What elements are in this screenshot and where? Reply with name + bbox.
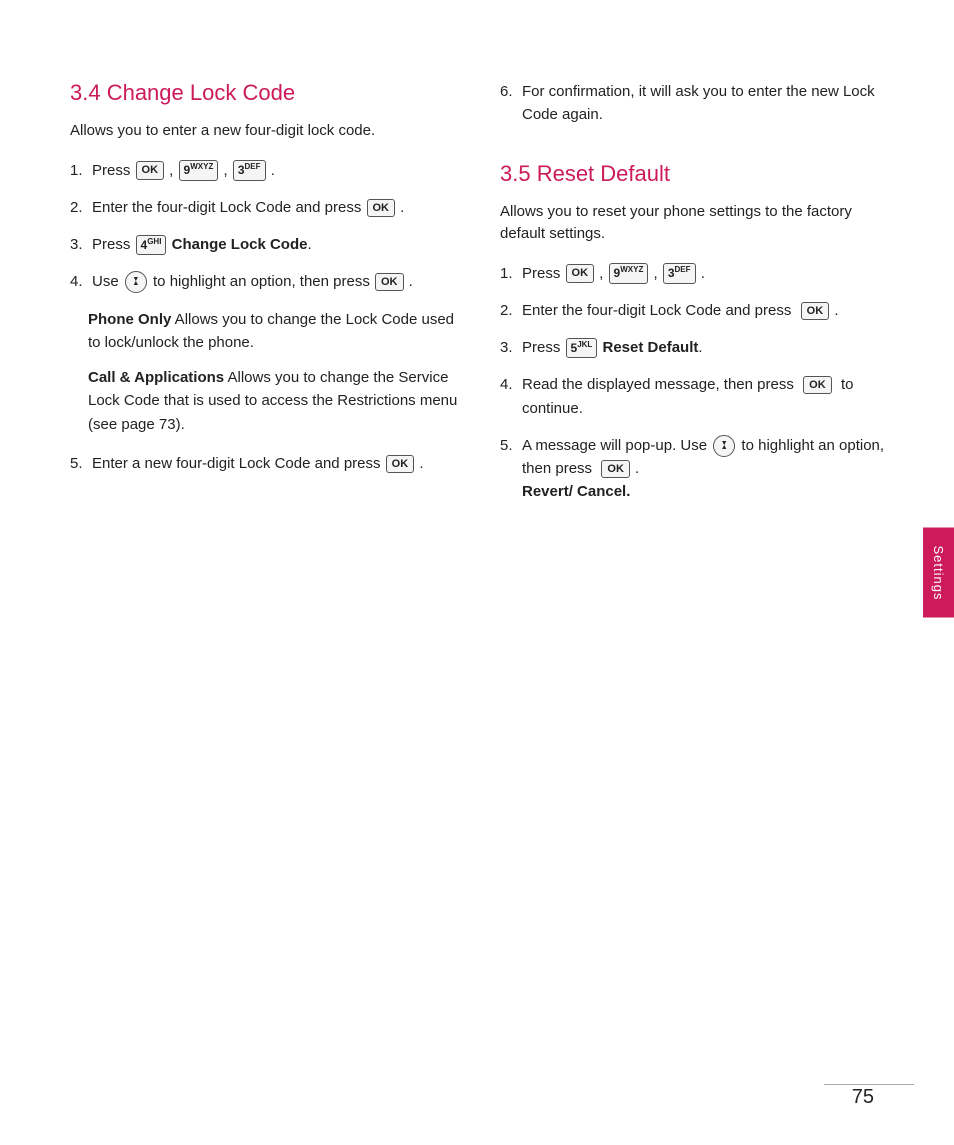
nav-icon-1 bbox=[125, 271, 147, 293]
r-step-3-num: 3. bbox=[500, 336, 518, 359]
r-key-5jkl: 5JKL bbox=[566, 338, 598, 359]
r-key-ok-1: OK bbox=[566, 264, 595, 282]
step-4-phone-only: Phone Only Allows you to change the Lock… bbox=[88, 308, 460, 355]
right-column: 6. For confirmation, it will ask you to … bbox=[500, 80, 890, 1085]
r-step-3: 3. Press 5JKL Reset Default. bbox=[500, 336, 890, 359]
step-3-bold: Change Lock Code bbox=[172, 236, 308, 253]
r-key-9wxyz: 9WXYZ bbox=[609, 263, 649, 284]
r-step-5: 5. A message will pop-up. Use to highlig… bbox=[500, 434, 890, 504]
key-3def: 3DEF bbox=[233, 160, 266, 181]
step-5: 5. Enter a new four-digit Lock Code and … bbox=[70, 452, 460, 475]
r-step-1-num: 1. bbox=[500, 262, 518, 285]
step-5-text: Enter a new four-digit Lock Code and pre… bbox=[92, 452, 424, 475]
r-key-ok-5: OK bbox=[601, 460, 630, 478]
step-4-call-apps: Call & Applications Allows you to change… bbox=[88, 366, 460, 436]
r-key-3def: 3DEF bbox=[663, 263, 696, 284]
page-number: 75 bbox=[852, 1086, 874, 1109]
section-34-title: 3.4 Change Lock Code bbox=[70, 80, 460, 106]
r-step-1-text: Press OK , 9WXYZ , 3DEF . bbox=[522, 262, 705, 285]
step-1: 1. Press OK , 9WXYZ , 3DEF . bbox=[70, 159, 460, 182]
section-35-title: 3.5 Reset Default bbox=[500, 161, 890, 187]
r-key-ok-2: OK bbox=[801, 302, 830, 320]
r-step-5-num: 5. bbox=[500, 434, 518, 457]
r-step-1: 1. Press OK , 9WXYZ , 3DEF . bbox=[500, 262, 890, 285]
left-column: 3.4 Change Lock Code Allows you to enter… bbox=[70, 80, 460, 1085]
r-step-3-text: Press 5JKL Reset Default. bbox=[522, 336, 703, 359]
section-35-desc: Allows you to reset your phone settings … bbox=[500, 201, 890, 246]
r-step-3-bold: Reset Default bbox=[603, 339, 699, 356]
section-34-desc: Allows you to enter a new four-digit loc… bbox=[70, 120, 460, 143]
step-5-num: 5. bbox=[70, 452, 88, 475]
key-4ghi: 4GHI bbox=[136, 235, 167, 256]
step-6-num: 6. bbox=[500, 80, 518, 103]
step-6: 6. For confirmation, it will ask you to … bbox=[500, 80, 890, 127]
key-ok-5: OK bbox=[386, 455, 415, 473]
step-3: 3. Press 4GHI Change Lock Code. bbox=[70, 233, 460, 256]
call-apps-term: Call & Applications bbox=[88, 369, 224, 386]
step-4: 4. Use to highlight an option, then pres… bbox=[70, 270, 460, 293]
step-4-num: 4. bbox=[70, 270, 88, 293]
step-2: 2. Enter the four-digit Lock Code and pr… bbox=[70, 196, 460, 219]
r-step-4: 4. Read the displayed message, then pres… bbox=[500, 373, 890, 420]
key-9wxyz: 9WXYZ bbox=[179, 160, 219, 181]
divider-line bbox=[824, 1084, 914, 1085]
sidebar-settings-tab: Settings bbox=[923, 527, 954, 618]
r-step-5-text: A message will pop-up. Use to highlight … bbox=[522, 434, 890, 504]
step-3-text: Press 4GHI Change Lock Code. bbox=[92, 233, 312, 256]
r-step-4-text: Read the displayed message, then press O… bbox=[522, 373, 890, 420]
key-ok-4: OK bbox=[375, 273, 404, 291]
step-1-text: Press OK , 9WXYZ , 3DEF . bbox=[92, 159, 275, 182]
step-2-text: Enter the four-digit Lock Code and press… bbox=[92, 196, 404, 219]
key-ok-1: OK bbox=[136, 161, 165, 179]
r-key-ok-4: OK bbox=[803, 376, 832, 394]
r-revert-cancel: Revert/ Cancel. bbox=[522, 483, 630, 500]
r-step-4-num: 4. bbox=[500, 373, 518, 396]
nav-icon-2 bbox=[713, 435, 735, 457]
step-3-num: 3. bbox=[70, 233, 88, 256]
r-step-2-num: 2. bbox=[500, 299, 518, 322]
step-4-text: Use to highlight an option, then press O… bbox=[92, 270, 413, 293]
step-1-num: 1. bbox=[70, 159, 88, 182]
key-ok-2: OK bbox=[367, 199, 396, 217]
page-content: 3.4 Change Lock Code Allows you to enter… bbox=[0, 0, 954, 1145]
r-step-2-text: Enter the four-digit Lock Code and press… bbox=[522, 299, 839, 322]
phone-only-term: Phone Only bbox=[88, 311, 171, 328]
r-step-2: 2. Enter the four-digit Lock Code and pr… bbox=[500, 299, 890, 322]
step-2-num: 2. bbox=[70, 196, 88, 219]
step-6-text: For confirmation, it will ask you to ent… bbox=[522, 80, 890, 127]
